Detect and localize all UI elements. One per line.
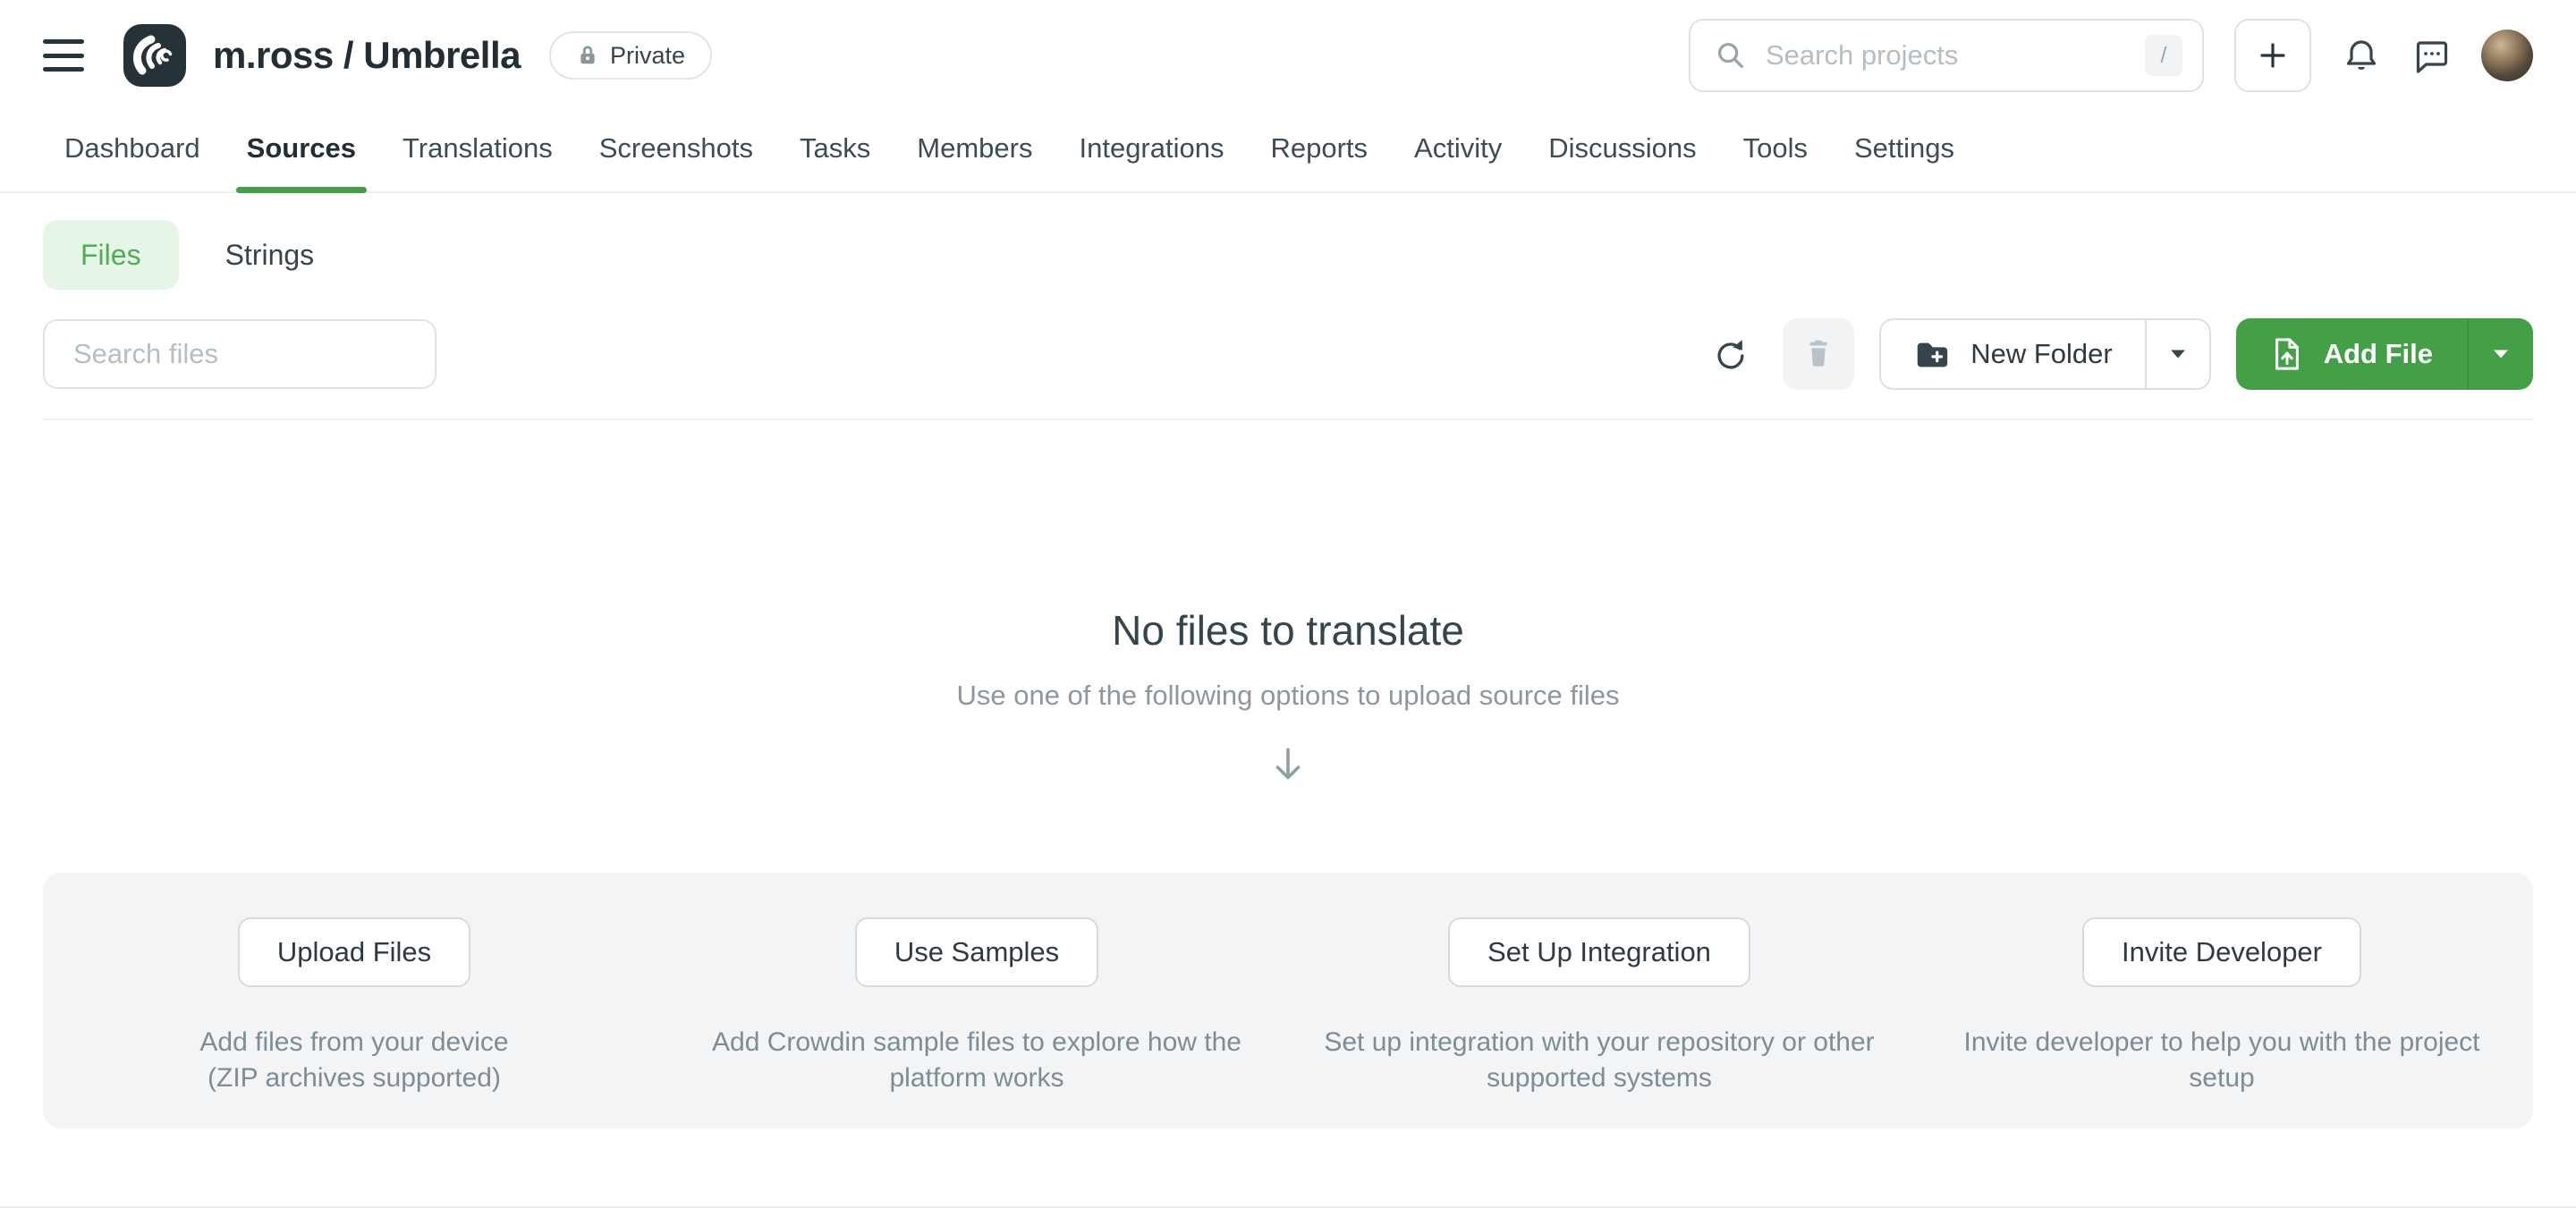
refresh-button[interactable]: [1702, 319, 1758, 389]
tab-reports[interactable]: Reports: [1270, 111, 1368, 191]
tab-activity[interactable]: Activity: [1414, 111, 1502, 191]
use-samples-button[interactable]: Use Samples: [855, 917, 1098, 987]
bell-icon: [2342, 36, 2381, 75]
tab-integrations[interactable]: Integrations: [1079, 111, 1224, 191]
subtab-strings[interactable]: Strings: [225, 239, 315, 272]
trash-icon: [1800, 335, 1837, 373]
delete-button[interactable]: [1783, 318, 1854, 390]
refresh-icon: [1711, 335, 1749, 373]
set-up-integration-button[interactable]: Set Up Integration: [1448, 917, 1750, 987]
upload-files-button[interactable]: Upload Files: [238, 917, 470, 987]
folder-plus-icon: [1913, 335, 1951, 373]
files-search-input[interactable]: [43, 319, 436, 389]
tab-discussions[interactable]: Discussions: [1548, 111, 1696, 191]
down-arrow-icon: [43, 744, 2533, 785]
tab-settings[interactable]: Settings: [1854, 111, 1954, 191]
option-card-upload-files: Upload Files Add files from your device …: [43, 873, 665, 1128]
set-up-integration-description: Set up integration with your repository …: [1324, 1025, 1874, 1096]
messages-button[interactable]: [2411, 36, 2451, 75]
option-card-set-up-integration: Set Up Integration Set up integration wi…: [1288, 873, 1911, 1128]
chat-icon: [2411, 36, 2451, 75]
invite-developer-description: Invite developer to help you with the pr…: [1963, 1025, 2479, 1096]
sources-content: Files Strings: [0, 220, 2576, 785]
toolbar-divider: [43, 418, 2533, 420]
empty-state-title: No files to translate: [43, 606, 2533, 655]
tab-translations[interactable]: Translations: [402, 111, 553, 191]
user-avatar[interactable]: [2481, 30, 2533, 81]
tab-dashboard[interactable]: Dashboard: [64, 111, 200, 191]
plus-icon: [2255, 38, 2291, 73]
files-toolbar: New Folder Add: [43, 318, 2533, 390]
notifications-button[interactable]: [2342, 36, 2381, 75]
invite-developer-button[interactable]: Invite Developer: [2082, 917, 2361, 987]
crowdin-logo[interactable]: [123, 24, 186, 87]
project-title[interactable]: m.ross / Umbrella: [213, 34, 521, 77]
search-icon: [1714, 38, 1748, 72]
lock-icon: [576, 44, 599, 67]
privacy-badge-label: Private: [610, 42, 685, 70]
header: m.ross / Umbrella Private /: [0, 0, 2576, 111]
new-folder-label: New Folder: [1970, 338, 2113, 370]
crowdin-project-page: m.ross / Umbrella Private /: [0, 0, 2576, 1208]
empty-state: No files to translate Use one of the fol…: [43, 606, 2533, 785]
use-samples-description: Add Crowdin sample files to explore how …: [712, 1025, 1241, 1096]
add-file-split-button: Add File: [2236, 318, 2533, 390]
tab-tasks[interactable]: Tasks: [800, 111, 870, 191]
empty-state-subtitle: Use one of the following options to uplo…: [43, 680, 2533, 712]
sources-subtabs: Files Strings: [43, 220, 2533, 290]
chevron-down-icon: [2493, 349, 2509, 359]
create-project-button[interactable]: [2234, 19, 2311, 92]
new-folder-split-button: New Folder: [1879, 318, 2211, 390]
file-upload-icon: [2270, 335, 2304, 373]
tab-screenshots[interactable]: Screenshots: [599, 111, 753, 191]
add-file-button[interactable]: Add File: [2236, 318, 2467, 390]
new-folder-button[interactable]: New Folder: [1881, 320, 2145, 388]
privacy-badge: Private: [549, 31, 712, 80]
menu-icon: [43, 39, 84, 44]
project-search[interactable]: /: [1689, 19, 2204, 92]
add-file-label: Add File: [2324, 338, 2433, 370]
chevron-down-icon: [2170, 349, 2186, 359]
tab-tools[interactable]: Tools: [1743, 111, 1808, 191]
add-file-menu-button[interactable]: [2467, 318, 2533, 390]
menu-button[interactable]: [43, 39, 84, 72]
new-folder-menu-button[interactable]: [2145, 320, 2209, 388]
tab-sources[interactable]: Sources: [247, 111, 356, 191]
project-search-input[interactable]: [1766, 39, 2145, 72]
project-nav: Dashboard Sources Translations Screensho…: [0, 111, 2576, 193]
option-card-invite-developer: Invite Developer Invite developer to hel…: [1911, 873, 2533, 1128]
header-left: m.ross / Umbrella Private: [43, 24, 712, 87]
toolbar-actions: New Folder Add: [1702, 318, 2533, 390]
subtab-files[interactable]: Files: [43, 220, 179, 290]
option-card-use-samples: Use Samples Add Crowdin sample files to …: [665, 873, 1288, 1128]
header-right: /: [1689, 19, 2533, 92]
search-shortcut-hint: /: [2145, 35, 2182, 76]
upload-options-panel: Upload Files Add files from your device …: [43, 873, 2533, 1128]
tab-members[interactable]: Members: [917, 111, 1032, 191]
upload-files-description: Add files from your device (ZIP archives…: [199, 1025, 508, 1096]
